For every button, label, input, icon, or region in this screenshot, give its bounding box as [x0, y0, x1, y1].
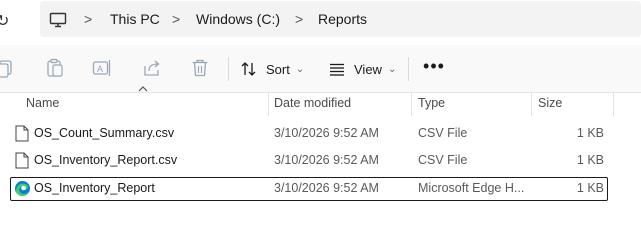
file-type: CSV File: [418, 126, 468, 140]
file-row-selected[interactable]: OS_Inventory_Report 3/10/2026 9:52 AM Mi…: [10, 177, 608, 201]
more-options-button[interactable]: •••: [420, 55, 448, 83]
delete-icon[interactable]: [189, 57, 211, 79]
file-date-modified: 3/10/2026 9:52 AM: [274, 126, 379, 140]
refresh-icon[interactable]: ↻: [0, 11, 9, 31]
view-button[interactable]: View ⌄: [328, 55, 396, 83]
column-header-type[interactable]: Type: [418, 96, 445, 110]
column-divider[interactable]: [411, 92, 412, 116]
column-divider[interactable]: [268, 92, 269, 116]
file-row[interactable]: OS_Inventory_Report.csv 3/10/2026 9:52 A…: [10, 149, 608, 173]
sort-ascending-icon: [138, 86, 148, 92]
toolbar-divider: [408, 57, 409, 81]
address-bar[interactable]: > This PC > Windows (C:) > Reports: [40, 1, 641, 37]
csv-file-icon: [15, 152, 29, 169]
share-icon[interactable]: [141, 57, 163, 79]
breadcrumb-separator: >: [295, 11, 304, 27]
file-size: 1 KB: [576, 153, 604, 167]
column-header-name[interactable]: Name: [26, 96, 59, 110]
chevron-down-icon: ⌄: [387, 63, 397, 75]
sort-button[interactable]: Sort ⌄: [240, 55, 304, 83]
chevron-down-icon: ⌄: [295, 63, 305, 75]
breadcrumb-reports[interactable]: Reports: [318, 11, 367, 27]
edge-html-icon: [15, 181, 30, 197]
rename-icon[interactable]: A: [91, 57, 113, 79]
breadcrumb-separator: >: [84, 11, 93, 27]
column-header-date-modified[interactable]: Date modified: [274, 96, 351, 110]
copy-icon[interactable]: [0, 57, 16, 79]
file-date-modified: 3/10/2026 9:52 AM: [274, 153, 379, 167]
view-label: View: [354, 61, 382, 77]
breadcrumb-windows-c[interactable]: Windows (C:): [196, 11, 280, 27]
sort-icon: [241, 62, 256, 76]
file-name: OS_Inventory_Report.csv: [34, 153, 178, 167]
view-icon: [330, 63, 344, 76]
address-bar-region: ↻ > This PC > Windows (C:) > Reports: [0, 0, 641, 45]
file-name: OS_Count_Summary.csv: [34, 126, 175, 140]
column-header-size[interactable]: Size: [538, 96, 562, 110]
paste-icon[interactable]: [44, 57, 66, 79]
file-type: CSV File: [418, 153, 468, 167]
csv-file-icon: [15, 125, 29, 142]
file-size: 1 KB: [576, 181, 604, 195]
column-divider[interactable]: [531, 92, 532, 116]
file-name: OS_Inventory_Report: [34, 181, 155, 195]
toolbar-divider: [228, 57, 229, 81]
file-type: Microsoft Edge H...: [418, 181, 525, 195]
file-size: 1 KB: [576, 126, 604, 140]
svg-text:A: A: [97, 64, 103, 74]
command-bar: A Sort ⌄ View ⌄ •••: [0, 45, 641, 93]
this-pc-icon: [49, 12, 67, 28]
column-divider[interactable]: [613, 92, 614, 116]
sort-label: Sort: [266, 61, 290, 77]
file-date-modified: 3/10/2026 9:52 AM: [274, 181, 379, 195]
breadcrumb-separator: >: [172, 11, 181, 27]
breadcrumb-this-pc[interactable]: This PC: [110, 11, 160, 27]
file-row[interactable]: OS_Count_Summary.csv 3/10/2026 9:52 AM C…: [10, 122, 608, 146]
